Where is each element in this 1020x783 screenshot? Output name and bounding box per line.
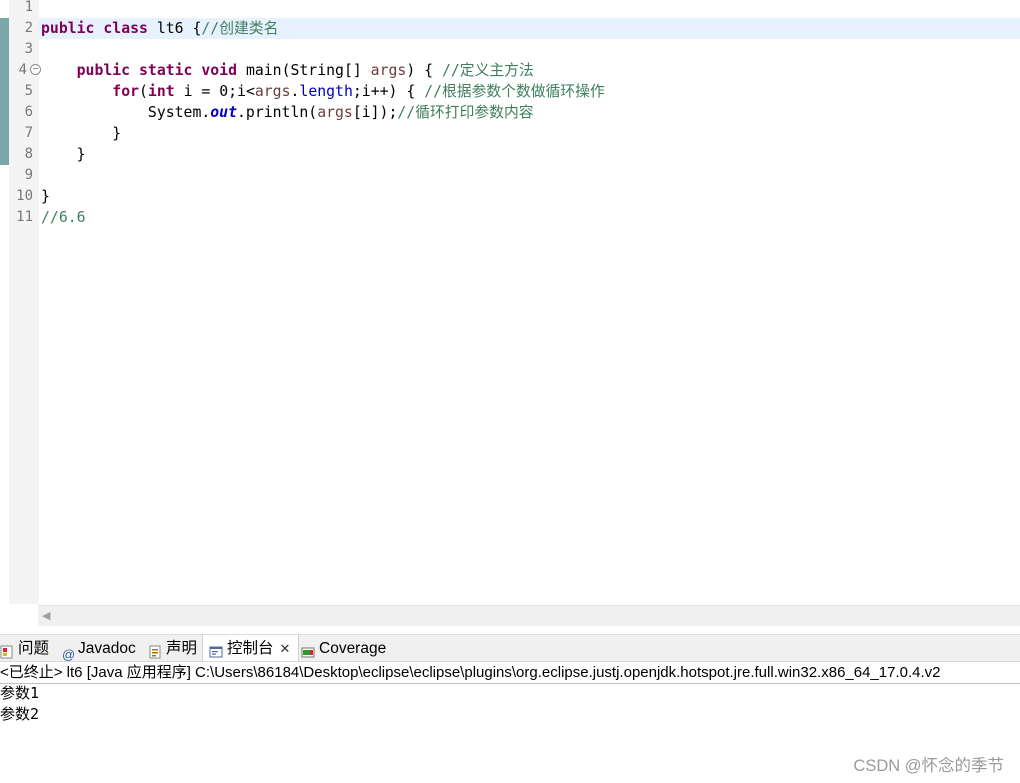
parameter: args	[370, 62, 407, 79]
line-number: 1	[24, 0, 33, 15]
keyword: int	[147, 83, 175, 100]
code-text: ) {	[406, 62, 434, 79]
class-name: lt6 {	[156, 20, 202, 37]
code-line: public static void main(String[] args) {…	[41, 60, 1016, 81]
keyword: public	[76, 62, 131, 79]
console-header: <已终止> lt6 [Java 应用程序] C:\Users\86184\Des…	[0, 661, 1020, 684]
code-text: [i]);	[352, 104, 398, 121]
tab-declaration[interactable]: 声明	[148, 635, 197, 662]
console-output[interactable]: 参数1 参数2	[0, 683, 39, 725]
line-number: 11	[16, 209, 33, 225]
tab-label: Javadoc	[78, 640, 136, 657]
method-signature: main(String[]	[245, 62, 371, 79]
horizontal-scrollbar[interactable]: ◀	[38, 605, 1020, 626]
static-field: out	[210, 104, 237, 121]
code-text: ;i++) {	[352, 83, 416, 100]
code-line: }	[41, 144, 1016, 165]
tab-problems[interactable]: 问题	[0, 635, 49, 662]
comment: //创建类名	[201, 20, 279, 37]
line-number: 3	[24, 41, 33, 57]
keyword: public	[41, 20, 95, 37]
line-number: 9	[24, 167, 33, 183]
code-line: }	[41, 123, 1016, 144]
tab-label: 问题	[18, 640, 50, 657]
line-number: 10	[16, 188, 33, 204]
keyword: static	[139, 62, 193, 79]
code-text: System.	[147, 104, 211, 121]
line-numbers: 1 2 3 4 − 5 6 7 8 9 10 11	[9, 0, 41, 228]
line-number: 5	[24, 83, 33, 99]
tab-javadoc[interactable]: @ Javadoc	[62, 635, 136, 662]
field: length	[299, 83, 353, 100]
code-line: System.out.println(args[i]);//循环打印参数内容	[41, 102, 1016, 123]
comment: //根据参数个数做循环操作	[424, 83, 605, 100]
line-number: 6	[24, 104, 33, 120]
tab-console[interactable]: 控制台 ✕	[202, 635, 300, 663]
code-area[interactable]: public class lt6 {//创建类名 public static v…	[41, 0, 1016, 228]
watermark: CSDN @怀念的季节	[853, 757, 1004, 775]
bottom-panel-tabs: 问题 @ Javadoc 声明 控制台 ✕ Coverage	[0, 634, 1020, 663]
comment: //循环打印参数内容	[397, 104, 534, 121]
scroll-left-arrow-icon[interactable]: ◀	[42, 609, 50, 622]
code-text: }	[76, 146, 86, 163]
change-ruler-bar	[0, 18, 9, 165]
problems-icon	[0, 641, 14, 659]
console-output-line: 参数2	[0, 705, 40, 723]
keyword: for	[112, 83, 140, 100]
line-number-wrapper: 4 −	[9, 60, 41, 81]
console-output-line: 参数1	[0, 684, 40, 702]
line-number: 2	[24, 20, 33, 36]
comment: //定义主方法	[441, 62, 534, 79]
console-icon	[209, 641, 223, 658]
tab-label: 控制台	[227, 640, 274, 657]
parameter: args	[317, 104, 353, 121]
code-text: .println(	[237, 104, 318, 121]
parameter: args	[254, 83, 291, 100]
code-text: }	[41, 188, 50, 205]
close-icon[interactable]: ✕	[280, 641, 291, 656]
collapse-icon[interactable]: −	[30, 64, 41, 75]
code-editor[interactable]: 1 2 3 4 − 5 6 7 8 9 10 11 public class l…	[0, 0, 1020, 604]
tab-label: Coverage	[319, 640, 387, 657]
line-number: 7	[24, 125, 33, 141]
code-line: //6.6	[41, 207, 1016, 228]
line-number: 8	[24, 146, 33, 162]
code-line: public class lt6 {//创建类名	[41, 18, 1016, 39]
keyword: class	[103, 20, 148, 37]
code-line: for(int i = 0;i<args.length;i++) { //根据参…	[41, 81, 1016, 102]
coverage-icon	[301, 641, 315, 658]
tab-label: 声明	[166, 640, 198, 657]
at-sign-icon: @	[62, 646, 76, 662]
comment: //6.6	[41, 209, 86, 226]
keyword: void	[201, 62, 238, 79]
tab-coverage[interactable]: Coverage	[301, 635, 386, 662]
code-text: }	[112, 125, 122, 142]
code-text: i = 0;i<	[174, 83, 255, 100]
code-line: }	[41, 186, 1016, 207]
code-text: (	[139, 83, 148, 100]
declaration-icon	[148, 641, 162, 659]
line-number: 4	[18, 62, 27, 78]
